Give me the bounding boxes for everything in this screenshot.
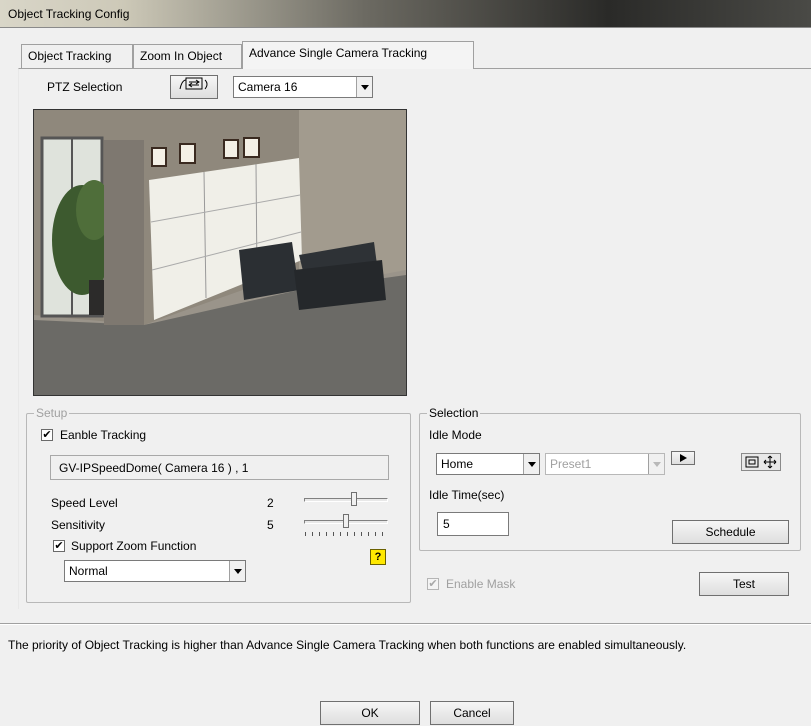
idle-mode-label: Idle Mode bbox=[429, 428, 482, 442]
tab-label: Zoom In Object bbox=[140, 49, 223, 63]
device-name-field: GV-IPSpeedDome( Camera 16 ) , 1 bbox=[50, 455, 389, 480]
idle-mode-select[interactable]: Home bbox=[436, 453, 540, 475]
go-preset-button[interactable] bbox=[671, 451, 695, 465]
camera-select-value: Camera 16 bbox=[238, 80, 298, 94]
chevron-down-icon bbox=[229, 561, 245, 581]
idle-time-input[interactable]: 5 bbox=[437, 512, 509, 536]
support-zoom-label: Support Zoom Function bbox=[71, 539, 197, 553]
enable-tracking-label: Eanble Tracking bbox=[60, 428, 147, 442]
priority-note: The priority of Object Tracking is highe… bbox=[8, 638, 687, 652]
tab-zoom-in-object[interactable]: Zoom In Object bbox=[133, 44, 242, 68]
speed-slider-track bbox=[304, 498, 388, 502]
zoom-mode-select[interactable]: Normal bbox=[64, 560, 246, 582]
tab-label: Object Tracking bbox=[28, 49, 112, 63]
idle-time-label: Idle Time(sec) bbox=[429, 488, 505, 502]
setup-group-title: Setup bbox=[34, 406, 70, 420]
separator bbox=[0, 623, 811, 625]
ptz-control-button[interactable] bbox=[741, 453, 781, 471]
test-button[interactable]: Test bbox=[699, 572, 789, 596]
sensitivity-slider[interactable] bbox=[300, 510, 392, 536]
test-button-label: Test bbox=[732, 577, 755, 591]
chevron-down-icon bbox=[648, 454, 664, 474]
title-bar: Object Tracking Config bbox=[0, 0, 811, 28]
enable-mask-checkbox[interactable]: ✔ bbox=[427, 578, 439, 590]
sensitivity-label: Sensitivity bbox=[51, 518, 106, 532]
chevron-down-icon bbox=[523, 454, 539, 474]
preset-value: Preset1 bbox=[550, 457, 592, 471]
enable-tracking-checkbox[interactable]: ✔ bbox=[41, 429, 53, 441]
speed-level-value: 2 bbox=[267, 496, 274, 510]
sensitivity-ticks bbox=[305, 532, 389, 536]
ok-button[interactable]: OK bbox=[320, 701, 420, 725]
selection-group-title: Selection bbox=[427, 406, 481, 420]
schedule-button-label: Schedule bbox=[705, 525, 756, 539]
ok-button-label: OK bbox=[361, 706, 379, 720]
tab-label: Advance Single Camera Tracking bbox=[249, 46, 428, 60]
zoom-mode-value: Normal bbox=[69, 564, 108, 578]
tab-advance-single-camera-tracking[interactable]: Advance Single Camera Tracking bbox=[242, 41, 474, 69]
camera-switch-icon bbox=[179, 77, 208, 90]
preset-select[interactable]: Preset1 bbox=[545, 453, 665, 475]
speed-level-label: Speed Level bbox=[51, 496, 118, 510]
window-title: Object Tracking Config bbox=[8, 7, 130, 21]
tab-object-tracking[interactable]: Object Tracking bbox=[21, 44, 133, 68]
ptz-selection-label: PTZ Selection bbox=[47, 80, 123, 94]
camera-video-preview bbox=[33, 109, 407, 396]
ptz-select-button[interactable] bbox=[170, 75, 218, 99]
ptz-move-icon bbox=[745, 455, 777, 469]
cancel-button[interactable]: Cancel bbox=[430, 701, 514, 725]
idle-mode-value: Home bbox=[441, 457, 474, 471]
device-name-text: GV-IPSpeedDome( Camera 16 ) , 1 bbox=[59, 461, 249, 475]
help-icon[interactable]: ? bbox=[370, 549, 386, 565]
speed-level-slider[interactable] bbox=[300, 488, 392, 512]
camera-select[interactable]: Camera 16 bbox=[233, 76, 373, 98]
camera-scene-image bbox=[34, 110, 406, 395]
enable-mask-label: Enable Mask bbox=[446, 577, 516, 591]
schedule-button[interactable]: Schedule bbox=[672, 520, 789, 544]
play-icon bbox=[680, 454, 687, 462]
support-zoom-checkbox[interactable]: ✔ bbox=[53, 540, 65, 552]
sensitivity-value: 5 bbox=[267, 518, 274, 532]
speed-slider-thumb[interactable] bbox=[350, 492, 357, 506]
idle-time-value: 5 bbox=[443, 517, 450, 531]
chevron-down-icon bbox=[356, 77, 372, 97]
cancel-button-label: Cancel bbox=[453, 706, 491, 720]
sensitivity-slider-thumb[interactable] bbox=[343, 514, 349, 528]
